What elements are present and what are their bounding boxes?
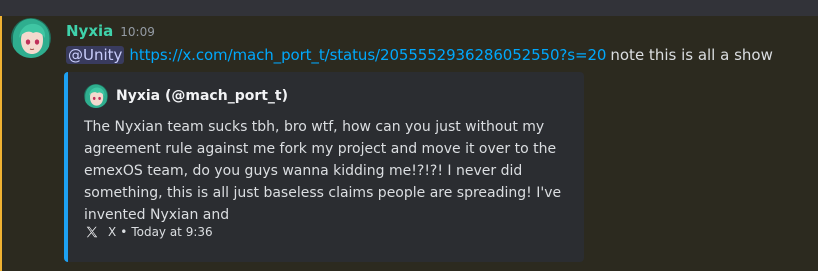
previous-message-strip <box>0 0 818 16</box>
message-content: @Unity https://x.com/mach_port_t/status/… <box>66 44 773 66</box>
embed-author-name[interactable]: Nyxia (@mach_port_t) <box>116 88 288 104</box>
avatar-image <box>11 18 51 58</box>
message-timestamp[interactable]: 10:09 <box>120 25 155 39</box>
message-text: note this is all a show <box>610 46 773 64</box>
embed-author-avatar <box>84 84 108 108</box>
mention-highlight-bar <box>0 16 2 271</box>
embed-description: The Nyxian team sucks tbh, bro wtf, how … <box>84 119 562 223</box>
embed-timestamp: Today at 9:36 <box>131 225 213 239</box>
x-logo-icon <box>84 224 100 240</box>
user-avatar[interactable] <box>11 18 51 58</box>
message-link[interactable]: https://x.com/mach_port_t/status/2055552… <box>129 46 606 64</box>
link-embed: Nyxia (@mach_port_t) The Nyxian team suc… <box>64 72 584 262</box>
footer-separator: • <box>120 225 128 239</box>
embed-footer: X • Today at 9:36 <box>84 224 213 240</box>
chat-message: Nyxia 10:09 @Unity https://x.com/mach_po… <box>0 16 818 271</box>
message-header: Nyxia 10:09 <box>66 22 155 44</box>
user-mention[interactable]: @Unity <box>66 46 125 64</box>
embed-author[interactable]: Nyxia (@mach_port_t) <box>84 84 288 108</box>
username[interactable]: Nyxia <box>66 22 113 40</box>
embed-source: X <box>108 225 117 239</box>
